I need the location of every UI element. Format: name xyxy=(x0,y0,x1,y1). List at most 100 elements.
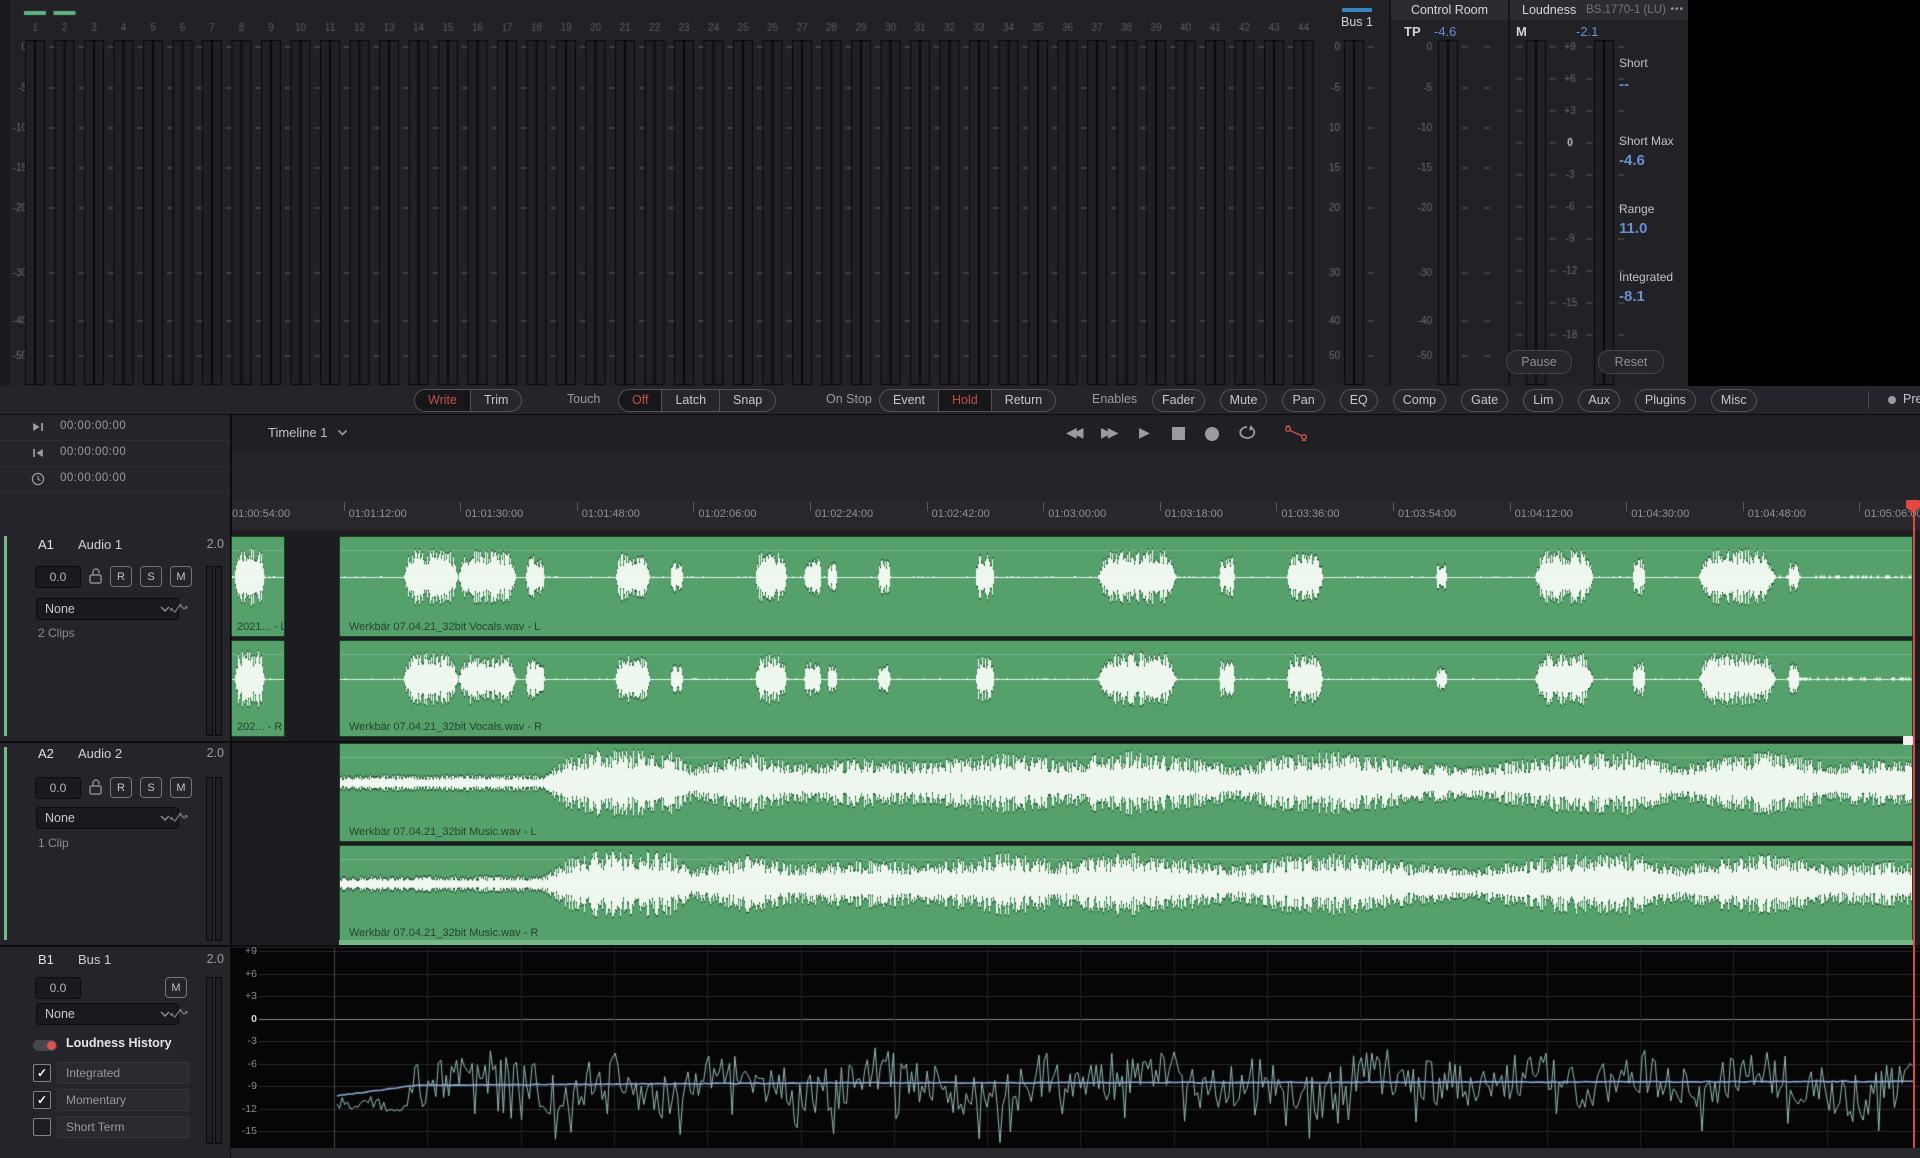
track-r-button[interactable]: R xyxy=(110,777,132,798)
ruler-tick xyxy=(344,502,345,511)
clip-count: 2 Clips xyxy=(38,626,75,640)
track-header-a1[interactable]: A1 Audio 1 2.0 0.0 RSM None 2 Clips xyxy=(0,531,230,741)
clock-icon[interactable] xyxy=(30,471,48,489)
audio-clip-small-l[interactable]: 2021... - L xyxy=(231,536,285,637)
track-name: Audio 2 xyxy=(78,746,122,761)
audio-clip-music-l[interactable]: Werkbär 07.04.21_32bit Music.wav - L xyxy=(339,743,1913,842)
track-m-button[interactable]: M xyxy=(170,566,192,587)
automation-curve-small-icon[interactable] xyxy=(169,809,188,824)
clip-handle[interactable] xyxy=(1903,736,1913,745)
timeline-selector[interactable]: Timeline 1 xyxy=(268,425,348,440)
automation-curve-small-icon[interactable] xyxy=(169,600,188,615)
clip-label: Werkbär 07.04.21_32bit Vocals.wav - R xyxy=(349,721,542,733)
track-m-button[interactable]: M xyxy=(170,777,192,798)
audio-clip-small-r[interactable]: 202... - R xyxy=(231,640,285,737)
track-m-button[interactable]: M xyxy=(165,977,187,998)
true-peak-label: TP xyxy=(1404,24,1421,39)
ruler-tick xyxy=(1393,502,1394,511)
loudness-history-toggle[interactable] xyxy=(33,1040,57,1051)
track-r-button[interactable]: R xyxy=(110,566,132,587)
jump-timecode-field[interactable]: 00:00:00:00 xyxy=(60,472,126,484)
track-format: 2.0 xyxy=(207,537,224,551)
automation-curve-small-icon[interactable] xyxy=(169,1005,188,1020)
waveform xyxy=(340,744,1912,841)
loudness-history-canvas xyxy=(259,948,1920,1148)
automation-mode-dropdown[interactable]: None xyxy=(36,1003,179,1025)
automation-mode-dropdown[interactable]: None xyxy=(36,598,179,620)
track-header-b1[interactable]: B1 Bus 1 2.0 0.0 M None Loudness History… xyxy=(0,947,230,1158)
automation-group: EventHoldReturn xyxy=(879,389,1056,412)
enable-fader-button[interactable]: Fader xyxy=(1152,389,1205,412)
ruler-tick xyxy=(460,502,461,511)
track-name: Bus 1 xyxy=(78,952,111,967)
automation-return-button[interactable]: Return xyxy=(991,390,1056,411)
audio-clip-music-r[interactable]: Werkbär 07.04.21_32bit Music.wav - R xyxy=(339,845,1913,943)
automation-trim-button[interactable]: Trim xyxy=(470,390,522,411)
preview-indicator-dot xyxy=(1888,396,1896,404)
enable-pan-button[interactable]: Pan xyxy=(1282,389,1324,412)
integrated-checkbox[interactable]: ✓ xyxy=(33,1064,51,1082)
enable-gate-button[interactable]: Gate xyxy=(1461,389,1508,412)
loop-button[interactable] xyxy=(1236,424,1258,442)
momentary-checkbox[interactable]: ✓ xyxy=(33,1091,51,1109)
automation-hold-button[interactable]: Hold xyxy=(938,390,991,411)
graph-scale-label: -3 xyxy=(231,1035,257,1047)
track-gain-field[interactable]: 0.0 xyxy=(35,566,81,588)
audio-clip-vocals-r[interactable]: Werkbär 07.04.21_32bit Vocals.wav - R xyxy=(339,640,1913,737)
ruler-timecode: 01:04:30:00 xyxy=(1631,508,1689,520)
ruler-tick xyxy=(927,502,928,511)
enable-lim-button[interactable]: Lim xyxy=(1523,389,1563,412)
lock-icon[interactable] xyxy=(88,567,103,585)
track-separator xyxy=(0,945,1920,947)
graph-scale-label: 0 xyxy=(231,1013,257,1025)
enable-aux-button[interactable]: Aux xyxy=(1578,389,1620,412)
automation-group: WriteTrim xyxy=(414,389,522,412)
track-buttons: RSM xyxy=(110,566,200,587)
short-term-checkbox[interactable] xyxy=(33,1118,51,1136)
scroll-strip[interactable] xyxy=(231,1148,1920,1158)
playhead[interactable] xyxy=(1913,500,1915,1148)
stop-button[interactable] xyxy=(1172,427,1185,440)
jump-timecode-field[interactable]: 00:00:00:00 xyxy=(60,446,126,458)
enable-eq-button[interactable]: EQ xyxy=(1340,389,1378,412)
record-button[interactable] xyxy=(1205,427,1219,441)
automation-mode-dropdown[interactable]: None xyxy=(36,807,179,829)
automation-write-button[interactable]: Write xyxy=(415,390,470,411)
jump-timecode-field[interactable]: 00:00:00:00 xyxy=(60,420,126,432)
clip-label: Werkbär 07.04.21_32bit Vocals.wav - L xyxy=(349,621,540,633)
reset-button[interactable]: Reset xyxy=(1598,350,1664,374)
preview-label: Pre xyxy=(1903,392,1920,406)
automation-off-button[interactable]: Off xyxy=(619,390,661,411)
track-header-a2[interactable]: A2 Audio 2 2.0 0.0 RSM None 1 Clip xyxy=(0,742,230,945)
waveform xyxy=(340,846,1912,942)
rewind-button[interactable]: ◀◀ xyxy=(1066,424,1080,440)
jump-start-icon[interactable] xyxy=(30,445,48,463)
channel-meter-bridge xyxy=(0,0,1326,386)
enable-mute-button[interactable]: Mute xyxy=(1220,389,1268,412)
ruler-tick xyxy=(1160,502,1161,511)
automation-snap-button[interactable]: Snap xyxy=(719,390,775,411)
track-s-button[interactable]: S xyxy=(140,777,162,798)
ruler-timecode: 01:03:54:00 xyxy=(1398,508,1456,520)
lock-icon[interactable] xyxy=(88,778,103,796)
enable-comp-button[interactable]: Comp xyxy=(1393,389,1446,412)
track-gain-field[interactable]: 0.0 xyxy=(35,977,81,999)
play-button[interactable]: ▶ xyxy=(1139,424,1150,440)
timeline-ruler[interactable]: 01:00:54:0001:01:12:0001:01:30:0001:01:4… xyxy=(231,500,1920,532)
enable-plugins-button[interactable]: Plugins xyxy=(1635,389,1696,412)
automation-curve-icon[interactable] xyxy=(1283,425,1311,441)
momentary-option-label: Momentary xyxy=(57,1089,189,1111)
ruler-tick xyxy=(1276,502,1277,511)
fast-forward-button[interactable]: ▶▶ xyxy=(1101,424,1115,440)
bus-clip-strip xyxy=(339,940,1913,945)
automation-event-button[interactable]: Event xyxy=(880,390,938,411)
track-s-button[interactable]: S xyxy=(140,566,162,587)
enable-misc-button[interactable]: Misc xyxy=(1711,389,1757,412)
loudness-menu-icon[interactable]: ••• xyxy=(1670,0,1684,20)
audio-clip-vocals-l[interactable]: Werkbär 07.04.21_32bit Vocals.wav - L xyxy=(339,536,1913,637)
jump-end-icon[interactable] xyxy=(30,419,48,437)
track-gain-field[interactable]: 0.0 xyxy=(35,777,81,799)
automation-latch-button[interactable]: Latch xyxy=(661,390,719,411)
waveform xyxy=(340,537,1912,636)
pause-button[interactable]: Pause xyxy=(1506,350,1572,374)
